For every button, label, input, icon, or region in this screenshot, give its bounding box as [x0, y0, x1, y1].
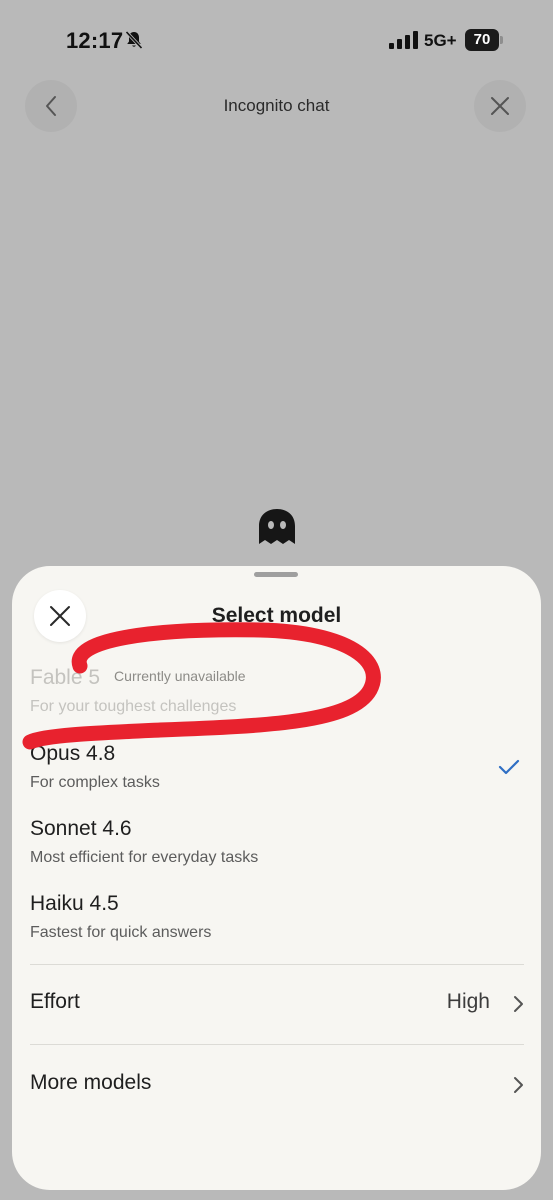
signal-bars-icon — [389, 31, 418, 49]
sheet-title: Select model — [211, 604, 342, 627]
unavailable-badge: Currently unavailable — [114, 668, 246, 684]
battery-icon: 70 — [465, 29, 503, 51]
model-description: For your toughest challenges — [30, 698, 237, 715]
close-button[interactable] — [474, 80, 526, 132]
network-type: 5G+ — [424, 31, 457, 50]
divider — [30, 1044, 524, 1045]
effort-label: Effort — [30, 990, 80, 1013]
model-option-opus[interactable]: Opus 4.8 For complex tasks — [30, 742, 510, 792]
model-name: Sonnet 4.6 — [30, 817, 132, 840]
model-name: Haiku 4.5 — [30, 892, 119, 915]
close-icon — [491, 97, 509, 115]
model-option-haiku[interactable]: Haiku 4.5 Fastest for quick answers — [30, 892, 510, 942]
chevron-right-icon — [514, 996, 523, 1012]
ghost-icon — [259, 509, 295, 544]
divider — [30, 964, 524, 965]
sheet-drag-handle[interactable] — [254, 572, 298, 577]
battery-level: 70 — [465, 29, 499, 51]
model-description: For complex tasks — [30, 774, 160, 791]
model-description: Fastest for quick answers — [30, 924, 212, 941]
model-description: Most efficient for everyday tasks — [30, 849, 259, 866]
model-select-sheet: Select model Fable 5 Currently unavailabl… — [12, 566, 541, 1190]
model-option-fable: Fable 5 Currently unavailable For your to… — [30, 666, 510, 716]
checkmark-icon — [498, 759, 520, 775]
more-models-row[interactable]: More models — [30, 1065, 524, 1105]
bell-slash-icon — [125, 30, 143, 50]
chevron-right-icon — [514, 1077, 523, 1093]
status-bar: 12:17 5G+ 70 — [0, 0, 553, 80]
more-models-label: More models — [30, 1071, 152, 1094]
model-option-sonnet[interactable]: Sonnet 4.6 Most efficient for everyday t… — [30, 817, 510, 867]
page-title: Incognito chat — [223, 96, 330, 115]
model-name: Opus 4.8 — [30, 742, 116, 765]
top-bar: Incognito chat — [0, 80, 553, 132]
model-name: Fable 5 — [30, 666, 101, 689]
effort-row[interactable]: Effort High — [30, 984, 524, 1024]
battery-cap — [500, 36, 503, 44]
effort-value: High — [446, 990, 490, 1013]
status-time: 12:17 — [66, 28, 124, 53]
